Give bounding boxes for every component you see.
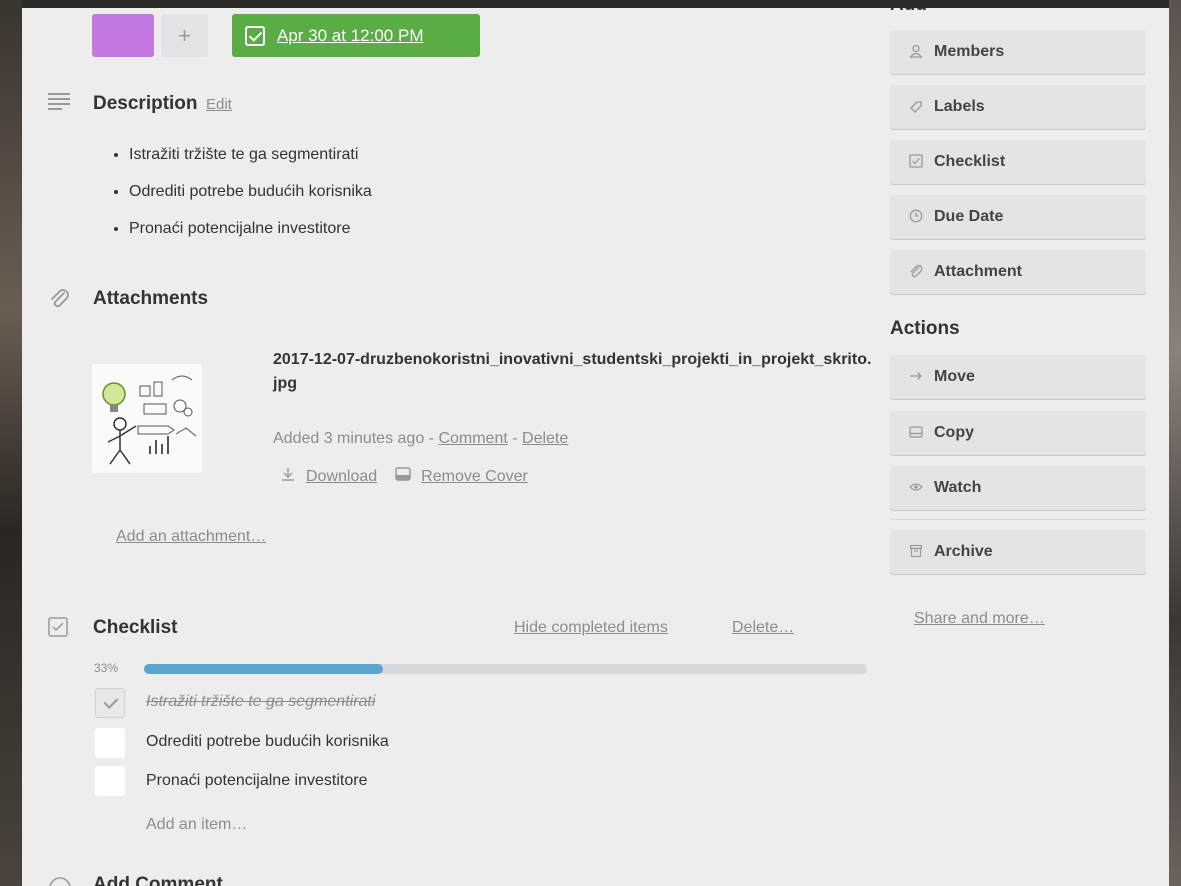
checklist-item-checkbox[interactable] bbox=[95, 688, 125, 718]
due-complete-checkbox-icon[interactable] bbox=[245, 25, 265, 46]
checklist-item-checkbox[interactable] bbox=[95, 728, 125, 758]
description-title: Description bbox=[93, 93, 198, 114]
checklist-item-text[interactable]: Odrediti potrebe budućih korisnika bbox=[146, 733, 389, 751]
description-item: Odrediti potrebe budućih korisnika bbox=[129, 179, 372, 216]
remove-cover-icon bbox=[395, 467, 411, 486]
description-header: Description Edit bbox=[93, 93, 232, 115]
sidebar-button-label: Copy bbox=[934, 424, 974, 441]
checkbox-icon bbox=[906, 153, 926, 171]
description-icon bbox=[48, 92, 70, 115]
paperclip-icon bbox=[906, 264, 926, 281]
due-date-text: Apr 30 at 12:00 PM bbox=[277, 25, 424, 45]
attachment-comment-link[interactable]: Comment bbox=[438, 430, 507, 447]
checklist-progress-percent: 33% bbox=[94, 661, 119, 675]
attachment-meta: Added 3 minutes ago - Comment - Delete bbox=[273, 430, 568, 448]
sidebar-button-due-date[interactable]: Due Date bbox=[890, 195, 1146, 239]
checklist-title: Checklist bbox=[93, 617, 178, 638]
attachment-separator: - bbox=[507, 430, 523, 447]
sidebar-button-move[interactable]: Move bbox=[890, 355, 1146, 399]
checklist-icon bbox=[48, 617, 68, 642]
sidebar-button-attachment[interactable]: Attachment bbox=[890, 250, 1146, 294]
checklist-item-text[interactable]: Pronaći potencijalne investitore bbox=[146, 772, 367, 790]
comment-icon bbox=[48, 876, 72, 886]
remove-cover-link[interactable]: Remove Cover bbox=[421, 468, 528, 486]
sidebar-button-label: Move bbox=[934, 368, 975, 385]
attachments-title: Attachments bbox=[93, 288, 209, 309]
share-and-more-link[interactable]: Share and more… bbox=[914, 610, 1045, 628]
checklist-item-text[interactable]: Istražiti tržište te ga segmentirati bbox=[146, 693, 375, 711]
description-item: Istražiti tržište te ga segmentirati bbox=[129, 142, 372, 179]
board-background-left bbox=[0, 0, 22, 886]
due-date-badge[interactable]: Apr 30 at 12:00 PM bbox=[232, 14, 480, 57]
sidebar-button-label: Watch bbox=[934, 479, 982, 496]
person-icon bbox=[906, 44, 926, 61]
card-label[interactable] bbox=[92, 14, 154, 57]
tag-icon bbox=[906, 99, 926, 116]
sidebar-actions-heading: Actions bbox=[890, 318, 960, 339]
arrow-right-icon bbox=[906, 369, 926, 386]
add-comment-title: Add Comment bbox=[93, 874, 223, 886]
sidebar-button-label: Due Date bbox=[934, 208, 1004, 225]
checklist-delete-link[interactable]: Delete… bbox=[732, 619, 794, 637]
attachment-thumbnail[interactable] bbox=[92, 364, 202, 473]
download-icon bbox=[280, 466, 296, 487]
checklist-item-checkbox[interactable] bbox=[95, 766, 125, 796]
attachment-file-name[interactable]: 2017-12-07-druzbenokoristni_inovativni_s… bbox=[273, 348, 873, 396]
sidebar-button-labels[interactable]: Labels bbox=[890, 85, 1146, 129]
description-edit-link[interactable]: Edit bbox=[206, 96, 232, 113]
card-detail-window: + Apr 30 at 12:00 PM Description Edit Is… bbox=[22, 8, 1169, 886]
description-list: Istražiti tržište te ga segmentirati Odr… bbox=[117, 142, 372, 253]
attachment-added-text: Added 3 minutes ago - bbox=[273, 430, 439, 447]
clock-icon bbox=[906, 209, 926, 226]
sidebar-divider bbox=[890, 519, 1146, 520]
description-item: Pronaći potencijalne investitore bbox=[129, 216, 372, 253]
download-link[interactable]: Download bbox=[306, 468, 377, 486]
attachment-actions: Download Remove Cover bbox=[280, 466, 528, 487]
archive-icon bbox=[906, 544, 926, 561]
checklist-progress-fill bbox=[144, 664, 383, 674]
sidebar-button-label: Archive bbox=[934, 543, 993, 560]
sidebar-button-watch[interactable]: Watch bbox=[890, 466, 1146, 510]
attachment-delete-link[interactable]: Delete bbox=[522, 430, 568, 447]
sidebar-button-checklist[interactable]: Checklist bbox=[890, 140, 1146, 184]
sidebar-button-copy[interactable]: Copy bbox=[890, 411, 1146, 455]
sidebar-button-label: Members bbox=[934, 43, 1005, 60]
copy-icon bbox=[906, 425, 926, 442]
sidebar-button-archive[interactable]: Archive bbox=[890, 530, 1146, 574]
sidebar-button-members[interactable]: Members bbox=[890, 30, 1146, 74]
paperclip-icon bbox=[49, 288, 71, 315]
board-background-right bbox=[1169, 0, 1181, 886]
add-attachment-link[interactable]: Add an attachment… bbox=[116, 528, 266, 546]
hide-completed-link[interactable]: Hide completed items bbox=[514, 619, 668, 637]
sidebar-button-label: Attachment bbox=[934, 263, 1023, 280]
add-checklist-item-link[interactable]: Add an item… bbox=[146, 816, 247, 834]
sidebar-button-label: Checklist bbox=[934, 153, 1006, 170]
sidebar-add-heading: Add bbox=[890, 8, 927, 16]
sidebar-button-label: Labels bbox=[934, 98, 985, 115]
add-label-button[interactable]: + bbox=[161, 14, 208, 57]
eye-icon bbox=[906, 480, 926, 497]
